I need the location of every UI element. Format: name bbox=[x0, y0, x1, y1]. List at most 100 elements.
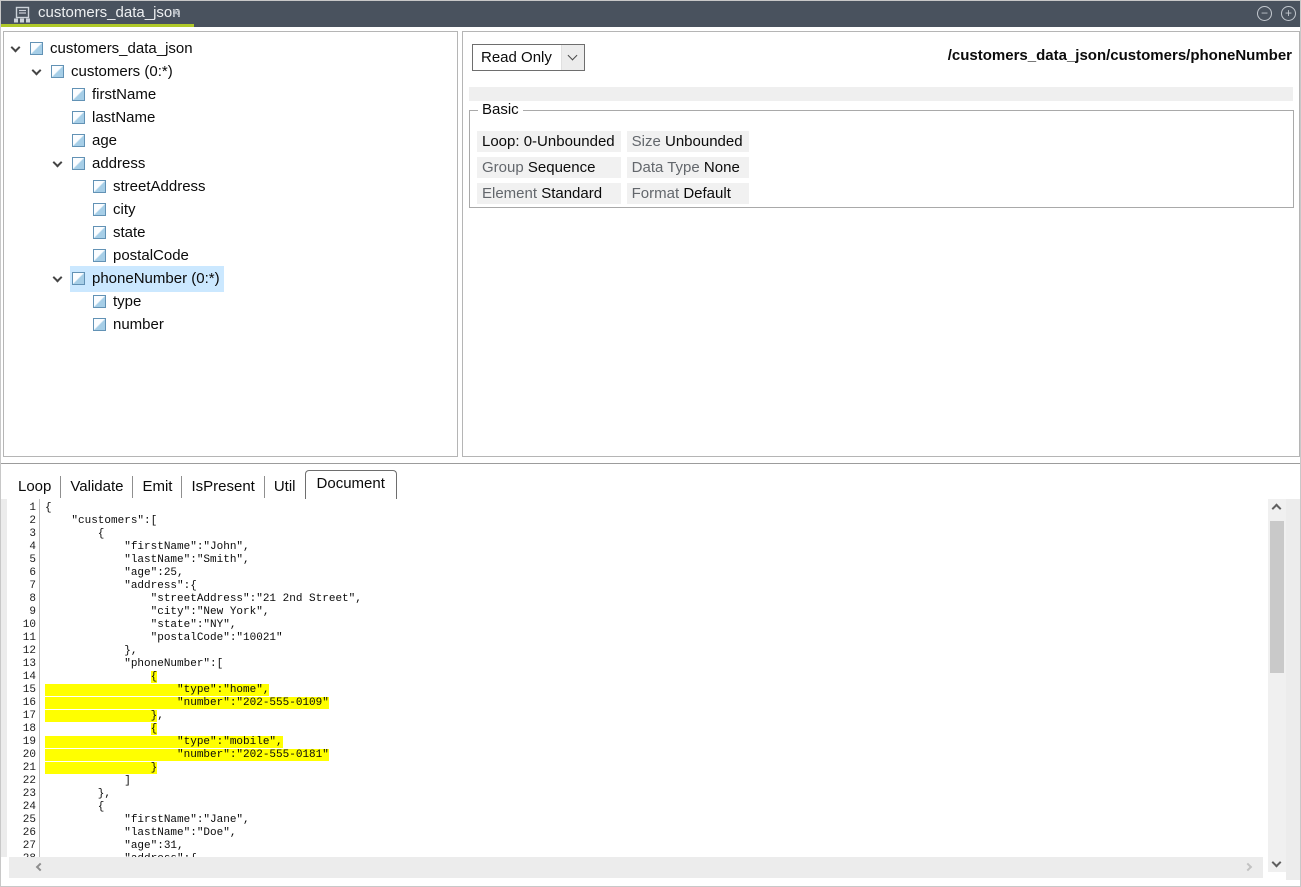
code-line: "number":"202-555-0181" bbox=[45, 749, 362, 762]
scroll-up-icon[interactable] bbox=[1272, 504, 1282, 514]
tree-item-label: customers (0:*) bbox=[71, 60, 173, 83]
tree-item-label: firstName bbox=[92, 83, 156, 106]
line-number: 8 bbox=[7, 593, 36, 606]
code-line: "streetAddress":"21 2nd Street", bbox=[45, 593, 362, 606]
chevron-down-icon[interactable] bbox=[32, 65, 42, 75]
code-line: "lastName":"Doe", bbox=[45, 827, 362, 840]
tab-util[interactable]: Util bbox=[264, 476, 305, 498]
tab-loop[interactable]: Loop bbox=[9, 476, 60, 498]
scrollbar-thumb[interactable] bbox=[1270, 521, 1284, 673]
scroll-right-icon[interactable] bbox=[1244, 863, 1252, 871]
property-element[interactable]: Element Standard bbox=[477, 183, 621, 204]
tree-item-label: customers_data_json bbox=[50, 37, 193, 60]
schema-element-icon bbox=[51, 65, 64, 78]
property-size[interactable]: Size Unbounded bbox=[627, 131, 749, 152]
chevron-down-icon[interactable] bbox=[53, 272, 63, 282]
minus-circle-icon[interactable]: − bbox=[1257, 6, 1272, 21]
scroll-down-icon[interactable] bbox=[1272, 858, 1282, 868]
tree-item-city[interactable]: city bbox=[4, 198, 457, 221]
tree-item-label: lastName bbox=[92, 106, 155, 129]
tab-emit[interactable]: Emit bbox=[132, 476, 181, 498]
line-number: 15 bbox=[7, 684, 36, 697]
horizontal-scrollbar[interactable] bbox=[9, 857, 1263, 878]
read-only-select[interactable]: Read Only bbox=[472, 44, 585, 71]
line-number-gutter: 1234567891011121314151617181920212223242… bbox=[7, 502, 36, 857]
close-tab-icon[interactable]: ✕ bbox=[171, 6, 181, 20]
line-number: 14 bbox=[7, 671, 36, 684]
tree-item-postalcode[interactable]: postalCode bbox=[4, 244, 457, 267]
chevron-down-icon[interactable] bbox=[561, 45, 584, 70]
line-number: 23 bbox=[7, 788, 36, 801]
node-inspector-panel: Read Only /customers_data_json/customers… bbox=[462, 31, 1300, 457]
code-line: "type":"home", bbox=[45, 684, 362, 697]
code-line: { bbox=[45, 723, 362, 736]
schema-tree-panel: customers_data_jsoncustomers (0:*)firstN… bbox=[3, 31, 458, 457]
line-number: 4 bbox=[7, 541, 36, 554]
code-line: }, bbox=[45, 645, 362, 658]
line-number: 12 bbox=[7, 645, 36, 658]
property-value: Unbounded bbox=[665, 133, 743, 150]
tree-item-phonenumber-0[interactable]: phoneNumber (0:*) bbox=[4, 267, 457, 290]
property-group[interactable]: Group Sequence bbox=[477, 157, 621, 178]
schema-element-icon bbox=[93, 318, 106, 331]
tree-node-box: number bbox=[91, 312, 168, 338]
highlighted-code: "number":"202-555-0109" bbox=[45, 697, 329, 709]
code-line: "number":"202-555-0109" bbox=[45, 697, 362, 710]
highlighted-code: { bbox=[151, 671, 158, 683]
tree-item-customers-data-json[interactable]: customers_data_json bbox=[4, 37, 457, 60]
highlighted-code: "type":"mobile", bbox=[45, 736, 283, 748]
line-number: 22 bbox=[7, 775, 36, 788]
property-data-type[interactable]: Data Type None bbox=[627, 157, 749, 178]
highlighted-code: "number":"202-555-0181" bbox=[45, 749, 329, 761]
tree-item-firstname[interactable]: firstName bbox=[4, 83, 457, 106]
tree-item-lastname[interactable]: lastName bbox=[4, 106, 457, 129]
scroll-left-icon[interactable] bbox=[36, 863, 44, 871]
schema-element-icon bbox=[93, 203, 106, 216]
code-line: "type":"mobile", bbox=[45, 736, 362, 749]
tree-item-label: phoneNumber (0:*) bbox=[92, 267, 220, 290]
tree-item-type[interactable]: type bbox=[4, 290, 457, 313]
highlighted-code: } bbox=[45, 762, 157, 774]
tab-document[interactable]: Document bbox=[305, 470, 397, 499]
line-number: 24 bbox=[7, 801, 36, 814]
schema-element-icon bbox=[93, 249, 106, 262]
chevron-down-icon[interactable] bbox=[11, 42, 21, 52]
gutter-separator bbox=[39, 499, 40, 857]
schema-element-icon bbox=[30, 42, 43, 55]
schema-element-icon bbox=[93, 295, 106, 308]
plus-circle-icon[interactable]: + bbox=[1281, 6, 1296, 21]
line-number: 20 bbox=[7, 749, 36, 762]
tree-item-customers-0[interactable]: customers (0:*) bbox=[4, 60, 457, 83]
tree-item-state[interactable]: state bbox=[4, 221, 457, 244]
tree-item-label: age bbox=[92, 129, 117, 152]
property-value: Sequence bbox=[528, 159, 596, 176]
vertical-scrollbar[interactable] bbox=[1268, 499, 1286, 872]
titlebar: customers_data_json ✕ − + bbox=[1, 1, 1301, 27]
code-line: "phoneNumber":[ bbox=[45, 658, 362, 671]
schema-map-icon bbox=[13, 6, 31, 23]
node-path: /customers_data_json/customers/phoneNumb… bbox=[948, 47, 1292, 64]
tree-item-number[interactable]: number bbox=[4, 313, 457, 336]
tree-item-address[interactable]: address bbox=[4, 152, 457, 175]
basic-group-title: Basic bbox=[478, 101, 523, 118]
schema-element-icon bbox=[93, 180, 106, 193]
tree-item-streetaddress[interactable]: streetAddress bbox=[4, 175, 457, 198]
property-loop[interactable]: Loop: 0-Unbounded bbox=[477, 131, 621, 152]
read-only-select-value: Read Only bbox=[473, 49, 561, 66]
active-tab-underline bbox=[1, 24, 194, 27]
tree-item-age[interactable]: age bbox=[4, 129, 457, 152]
tab-validate[interactable]: Validate bbox=[60, 476, 132, 498]
code-line: "firstName":"John", bbox=[45, 541, 362, 554]
line-number: 1 bbox=[7, 502, 36, 515]
property-label: Format bbox=[632, 185, 680, 202]
line-number: 25 bbox=[7, 814, 36, 827]
chevron-down-icon[interactable] bbox=[53, 157, 63, 167]
tab-ispresent[interactable]: IsPresent bbox=[181, 476, 263, 498]
property-value: Default bbox=[683, 185, 731, 202]
code-line: "state":"NY", bbox=[45, 619, 362, 632]
property-format[interactable]: Format Default bbox=[627, 183, 749, 204]
line-number: 10 bbox=[7, 619, 36, 632]
line-number: 21 bbox=[7, 762, 36, 775]
document-tab-label: customers_data_json bbox=[38, 4, 181, 21]
line-number: 9 bbox=[7, 606, 36, 619]
